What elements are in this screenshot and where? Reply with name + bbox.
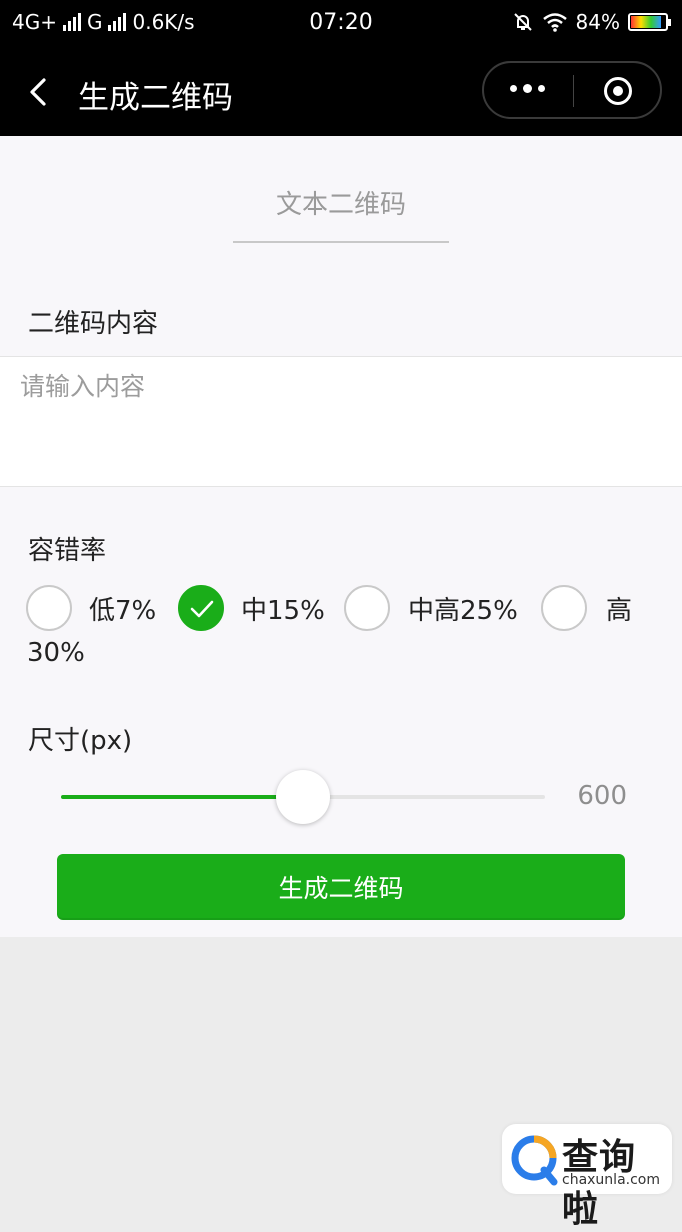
wifi-icon — [542, 13, 567, 32]
nav-bar: 生成二维码 — [0, 48, 682, 136]
tab-underline — [233, 241, 449, 243]
radio-medium-label: 中15% — [241, 596, 325, 626]
watermark: 查询啦 chaxunla.com — [502, 1124, 672, 1230]
search-logo-icon — [511, 1135, 558, 1186]
generate-button[interactable]: 生成二维码 — [57, 854, 625, 920]
error-correction-label: 容错率 — [28, 536, 107, 566]
textarea-placeholder: 请输入内容 — [20, 372, 146, 401]
radio-medium-high[interactable] — [344, 585, 390, 631]
radio-high[interactable] — [541, 585, 587, 631]
radio-medium-high-label: 中高25% — [408, 596, 518, 626]
menu-capsule — [482, 61, 662, 119]
size-slider-thumb[interactable] — [276, 770, 330, 824]
status-bar: 4G+ G 0.6K/s 07:20 84% — [0, 0, 682, 48]
content-label: 二维码内容 — [28, 309, 159, 339]
watermark-url: chaxunla.com — [562, 1172, 660, 1188]
content-textarea[interactable]: 请输入内容 — [0, 356, 682, 487]
capsule-divider — [573, 75, 574, 107]
chevron-left-icon[interactable] — [22, 74, 58, 110]
radio-low[interactable] — [26, 585, 72, 631]
battery-percent: 84% — [575, 10, 620, 34]
main-content: 文本二维码 二维码内容 请输入内容 容错率 低7% 中15% 中高25% 高 3… — [0, 136, 682, 937]
more-dots-icon[interactable] — [510, 84, 545, 93]
check-icon — [190, 600, 214, 618]
radio-high-label: 高 — [606, 596, 633, 626]
size-label: 尺寸(px) — [28, 726, 133, 756]
target-circle-icon[interactable] — [604, 77, 632, 105]
battery-icon — [628, 13, 671, 31]
radio-low-label: 低7% — [89, 596, 157, 626]
status-right: 84% — [512, 10, 671, 34]
slider-track-filled[interactable] — [61, 795, 303, 799]
size-value: 600 — [577, 781, 627, 811]
page-title: 生成二维码 — [78, 80, 233, 116]
tab-text-qrcode[interactable]: 文本二维码 — [233, 184, 449, 221]
generate-button-label: 生成二维码 — [278, 874, 404, 903]
radio-medium[interactable] — [178, 585, 224, 631]
radio-high-label-cont: 30% — [27, 638, 85, 668]
mute-bell-icon — [513, 13, 532, 31]
slider-track-empty[interactable] — [303, 795, 545, 799]
